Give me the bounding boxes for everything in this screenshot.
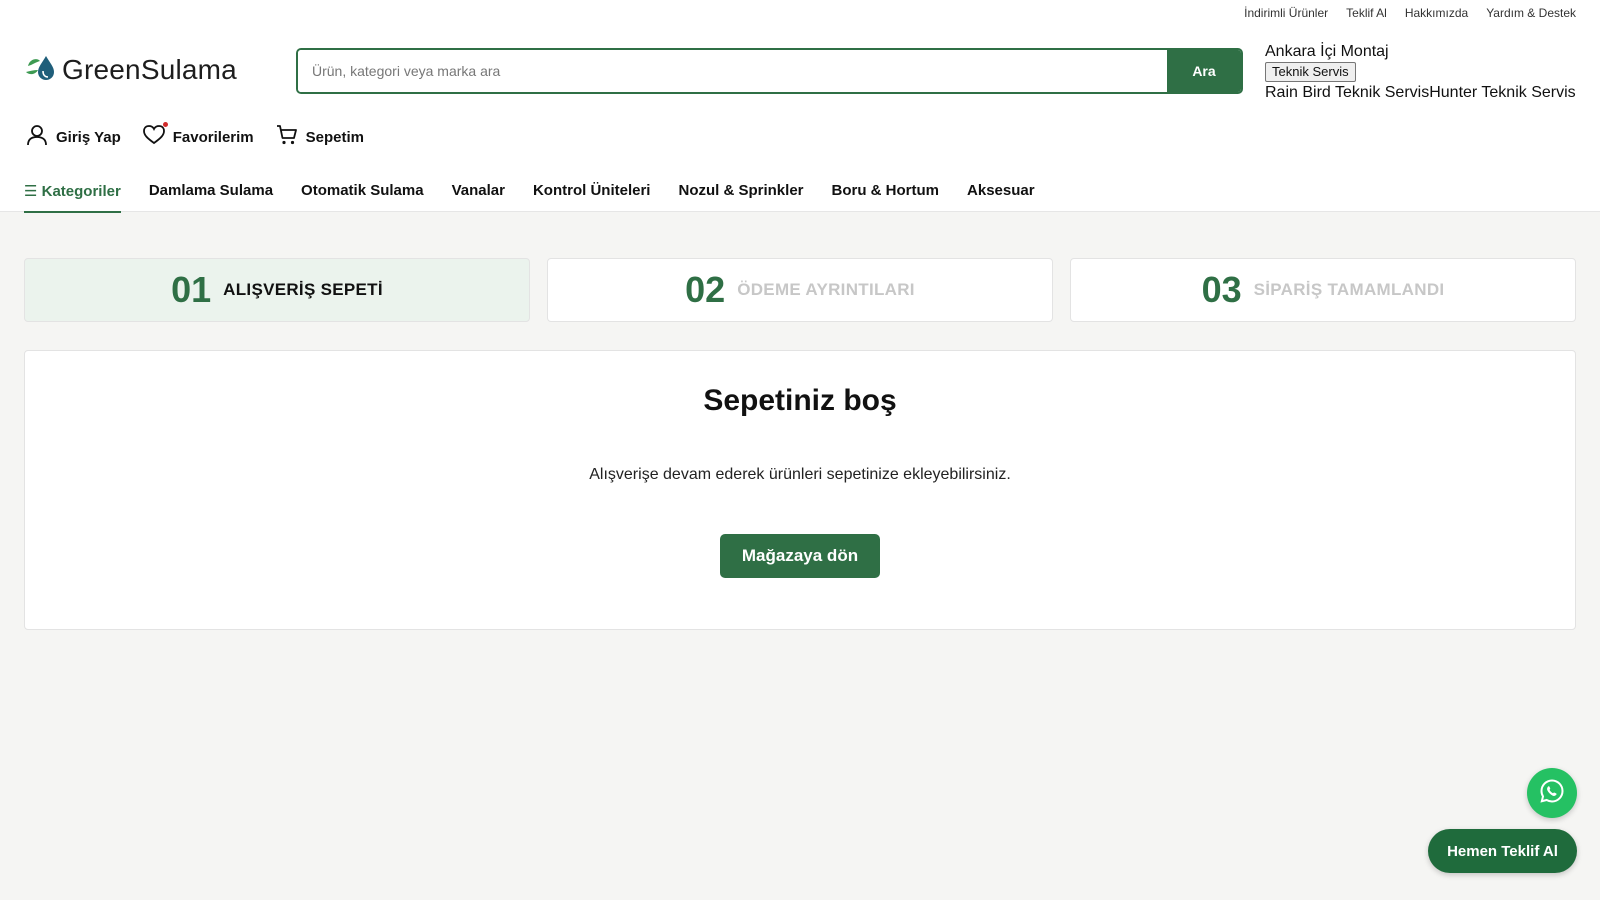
login-button[interactable]: Giriş Yap [26,124,121,150]
nav-item-nozzle-sprinkler[interactable]: Nozul & Sprinkler [678,170,803,210]
empty-cart-title: Sepetiniz boş [703,384,897,417]
search-button[interactable]: Ara [1167,50,1241,92]
rainbird-service-link[interactable]: Rain Bird Teknik Servis [1265,84,1429,101]
cart-label: Sepetim [305,128,364,146]
search-bar: Ara [296,48,1243,94]
step-label: ÖDEME AYRINTILARI [737,280,915,299]
checkout-steps: 01 ALIŞVERİŞ SEPETİ 02 ÖDEME AYRINTILARI… [24,258,1576,322]
nav-item-controllers[interactable]: Kontrol Üniteleri [533,170,651,210]
montage-text: Ankara İçi Montaj [1265,43,1389,60]
return-to-shop-button[interactable]: Mağazaya dön [719,534,881,578]
nav-item-accessories[interactable]: Aksesuar [967,170,1035,210]
cart-icon [276,124,298,150]
leaf-drop-icon [24,52,60,87]
step-cart: 01 ALIŞVERİŞ SEPETİ [24,258,530,322]
hunter-service-link[interactable]: Hunter Teknik Servis [1429,84,1575,101]
site-logo[interactable]: GreenSulama [24,52,237,87]
step-number: 03 [1201,269,1242,310]
nav-item-drip-irrigation[interactable]: Damlama Sulama [149,170,273,210]
favorites-button[interactable]: Favorilerim [142,122,254,149]
step-number: 02 [685,269,726,310]
empty-cart-message: Alışverişe devam ederek ürünleri sepetin… [589,466,1011,483]
step-label: ALIŞVERİŞ SEPETİ [223,280,383,299]
step-label: SİPARİŞ TAMAMLANDI [1253,280,1445,299]
user-icon [26,124,48,150]
step-payment: 02 ÖDEME AYRINTILARI [547,258,1053,322]
favorites-badge-dot [162,122,168,127]
login-label: Giriş Yap [56,128,121,146]
search-input[interactable] [298,50,1167,92]
top-link-help[interactable]: Yardım & Destek [1486,6,1576,20]
account-actions: Giriş Yap Favorilerim Sepetim [26,122,364,150]
top-link-about[interactable]: Hakkımızda [1405,6,1468,20]
favorites-label: Favorilerim [172,128,254,146]
heart-icon [142,125,165,149]
logo-text: GreenSulama [62,53,237,85]
main-nav: ☰ Kategoriler Damlama Sulama Otomatik Su… [24,170,1035,213]
service-block: Ankara İçi Montaj Teknik Servis Rain Bir… [1265,42,1585,102]
quick-quote-button[interactable]: Hemen Teklif Al [1428,829,1577,873]
top-link-quote[interactable]: Teklif Al [1346,6,1387,20]
cart-button[interactable]: Sepetim [276,124,364,150]
empty-cart-panel: Sepetiniz boş Alışverişe devam ederek ür… [24,350,1576,630]
nav-item-automatic-irrigation[interactable]: Otomatik Sulama [301,170,424,210]
top-link-discounts[interactable]: İndirimli Ürünler [1244,6,1328,20]
top-links: İndirimli Ürünler Teklif Al Hakkımızda Y… [1244,6,1576,20]
whatsapp-icon [1539,778,1565,809]
whatsapp-button[interactable] [1527,768,1577,818]
step-complete: 03 SİPARİŞ TAMAMLANDI [1070,258,1576,322]
nav-item-valves[interactable]: Vanalar [452,170,505,210]
site-header: İndirimli Ürünler Teklif Al Hakkımızda Y… [0,0,1600,213]
nav-categories[interactable]: ☰ Kategoriler [24,170,121,213]
technical-service-button[interactable]: Teknik Servis [1265,62,1356,82]
step-number: 01 [171,269,212,310]
nav-item-pipe-hose[interactable]: Boru & Hortum [832,170,940,210]
